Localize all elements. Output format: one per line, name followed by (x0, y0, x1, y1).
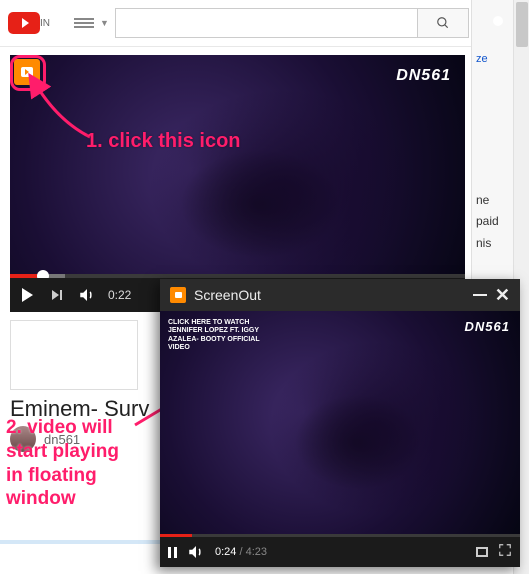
chevron-down-icon: ▼ (100, 18, 109, 28)
popup-title-text: ScreenOut (194, 287, 261, 303)
youtube-topbar: IN ▼ (0, 0, 529, 47)
volume-button[interactable] (78, 286, 96, 304)
fullscreen-button[interactable] (498, 543, 512, 562)
guide-menu-button[interactable] (74, 13, 94, 33)
popup-video-frame[interactable]: CLICK HERE TO WATCH JENNIFER LOPEZ FT. I… (160, 311, 520, 537)
video-overlay-promo[interactable]: CLICK HERE TO WATCH JENNIFER LOPEZ FT. I… (168, 319, 260, 353)
screenout-floating-window[interactable]: ScreenOut ✕ CLICK HERE TO WATCH JENNIFER… (160, 279, 520, 567)
channel-watermark: DN561 (465, 319, 510, 334)
search-icon (436, 16, 450, 30)
minimize-button[interactable] (473, 294, 487, 296)
youtube-logo[interactable]: IN (8, 8, 62, 38)
screenout-icon (170, 287, 186, 303)
popup-time: 0:24 / 4:23 (215, 546, 267, 558)
annotation-text-2: 2. video will start playing in floating … (6, 416, 119, 511)
search-input[interactable] (115, 8, 417, 38)
popup-progress-bar[interactable] (160, 534, 520, 537)
sidebar-text: paid (476, 211, 513, 233)
next-thumbnail[interactable] (10, 320, 138, 390)
search-button[interactable] (417, 8, 469, 38)
channel-watermark: DN561 (396, 67, 451, 85)
search-form (115, 8, 469, 38)
pause-button[interactable] (168, 547, 177, 558)
sidebar-link[interactable]: ze (476, 50, 513, 70)
sidebar-text: ne (476, 190, 513, 212)
sidebar-text: nis (476, 233, 513, 255)
right-sidebar-fragment: ze ne paid nis (471, 0, 513, 280)
scrollbar-thumb[interactable] (516, 2, 528, 47)
elapsed-time: 0:22 (108, 288, 131, 302)
annotation-text-1: 1. click this icon (86, 130, 241, 153)
play-button[interactable] (18, 286, 36, 304)
close-button[interactable]: ✕ (495, 285, 510, 306)
youtube-play-icon (8, 12, 40, 34)
popup-video-controls: 0:24 / 4:23 (160, 537, 520, 567)
next-button[interactable] (48, 286, 66, 304)
youtube-region-label: IN (40, 18, 50, 29)
volume-button[interactable] (187, 543, 205, 561)
theater-mode-button[interactable] (476, 547, 488, 557)
popup-titlebar[interactable]: ScreenOut ✕ (160, 279, 520, 311)
page-divider (0, 540, 160, 544)
